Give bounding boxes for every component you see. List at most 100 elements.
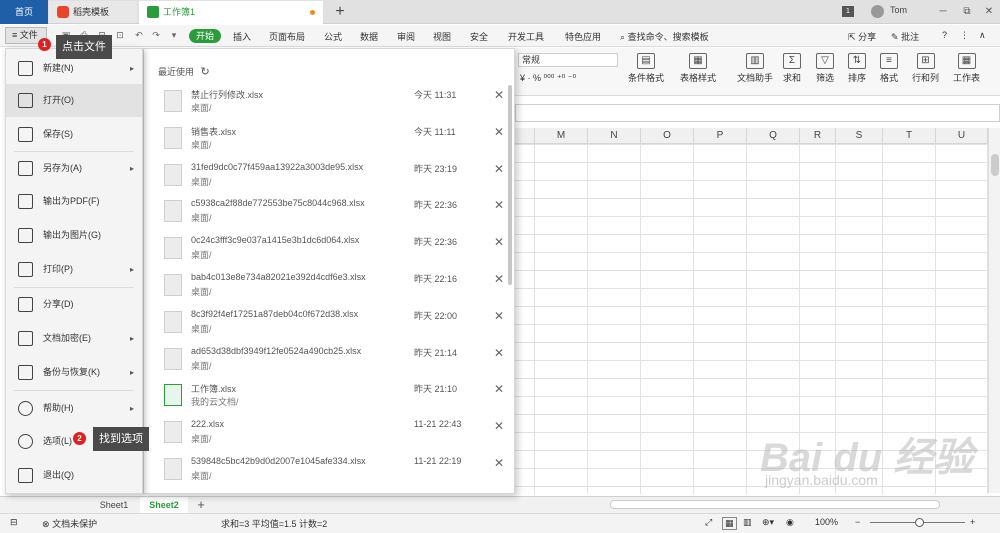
file-menu-item[interactable]: 输出为图片(G) <box>6 219 142 252</box>
horizontal-scrollbar[interactable] <box>610 500 940 509</box>
file-menu-item[interactable]: 备份与恢复(K) ▸ <box>6 356 142 389</box>
column-header[interactable]: M <box>535 128 588 144</box>
recent-scrollbar[interactable] <box>508 85 512 285</box>
zoom-level[interactable]: 100% <box>815 517 838 527</box>
file-menu-item[interactable]: 另存为(A) ▸ <box>6 152 142 185</box>
sort-button[interactable]: ⇅ 排序 <box>848 53 866 84</box>
file-menu-item[interactable]: 打印(P) ▸ <box>6 253 142 286</box>
filter-button[interactable]: ▽ 筛选 <box>816 53 834 84</box>
tab-developer[interactable]: 开发工具 <box>508 30 544 43</box>
minimize-button[interactable]: ─ <box>935 4 951 20</box>
avatar[interactable] <box>871 5 884 18</box>
share-button[interactable]: ⇱ 分享 <box>848 30 876 43</box>
vertical-scrollbar[interactable] <box>988 128 1000 493</box>
formula-bar[interactable] <box>515 104 1000 122</box>
column-header[interactable]: S <box>836 128 883 144</box>
customize-quick-icon[interactable]: ▾ <box>168 29 180 41</box>
redo-icon[interactable]: ↷ <box>150 29 162 41</box>
window-count-badge[interactable]: 1 <box>842 6 854 17</box>
tab-page-layout[interactable]: 页面布局 <box>269 30 305 43</box>
recent-file-item[interactable]: bab4c013e8e734a82021e392d4cdf6e3.xlsx 桌面/… <box>159 266 509 303</box>
worksheet-button[interactable]: ▦ 工作表 <box>953 53 980 84</box>
conditional-format-button[interactable]: ▤ 条件格式 <box>628 53 664 84</box>
tab-templates[interactable]: 稻壳模板 <box>49 1 137 23</box>
tab-workbook[interactable]: 工作簿1 <box>139 1 323 24</box>
page-break-view-icon[interactable]: ▥ <box>743 517 752 528</box>
undo-icon[interactable]: ↶ <box>133 29 145 41</box>
command-search[interactable]: ⌕ 查找命令、搜索模板 <box>620 30 709 43</box>
column-header[interactable]: T <box>883 128 936 144</box>
tab-review[interactable]: 审阅 <box>397 30 415 43</box>
export-quick-icon[interactable]: ⊡ <box>114 29 126 41</box>
sum-button[interactable]: Σ 求和 <box>783 53 801 84</box>
recent-file-item[interactable]: 8c3f92f4ef17251a87deb04c0f672d38.xlsx 桌面/… <box>159 303 509 340</box>
remove-recent-icon[interactable]: ✕ <box>494 456 504 470</box>
file-menu-item[interactable]: 分享(D) <box>6 288 142 321</box>
zoom-out-button[interactable]: − <box>855 517 860 527</box>
remove-recent-icon[interactable]: ✕ <box>494 125 504 139</box>
remove-recent-icon[interactable]: ✕ <box>494 235 504 249</box>
annotate-button[interactable]: ✎ 批注 <box>891 30 919 43</box>
recent-file-item[interactable]: 31fed9dc0c77f459aa13922a3003de95.xlsx 桌面/… <box>159 156 509 193</box>
column-header[interactable]: U <box>936 128 988 144</box>
column-header[interactable]: Q <box>747 128 800 144</box>
recent-file-item[interactable]: 0c24c3fff3c9e037a1415e3b1dc6d064.xlsx 桌面/… <box>159 229 509 266</box>
column-header[interactable]: N <box>588 128 641 144</box>
remove-recent-icon[interactable]: ✕ <box>494 88 504 102</box>
tab-formula[interactable]: 公式 <box>324 30 342 43</box>
remove-recent-icon[interactable]: ✕ <box>494 198 504 212</box>
tab-home[interactable]: 首页 <box>0 0 48 24</box>
file-menu-item[interactable]: 保存(S) <box>6 118 142 151</box>
recent-file-item[interactable]: ad653d38dbf3949f12fe0524a490cb25.xlsx 桌面/… <box>159 340 509 377</box>
file-menu-item[interactable]: 帮助(H) ▸ <box>6 392 142 425</box>
recent-file-item[interactable]: 销售表.xlsx 桌面/今天 11:11 ✕ <box>159 119 509 156</box>
recent-file-item[interactable]: c5938ca2f88de772553be75c8044c968.xlsx 桌面/… <box>159 192 509 229</box>
tab-security[interactable]: 安全 <box>470 30 488 43</box>
refresh-icon[interactable]: ↻ <box>201 66 210 78</box>
column-header-partial[interactable] <box>515 128 535 144</box>
tab-special[interactable]: 特色应用 <box>565 30 601 43</box>
column-header[interactable]: O <box>641 128 694 144</box>
restore-button[interactable]: ⧉ <box>959 4 975 20</box>
normal-view-icon[interactable]: ▦ <box>722 517 737 530</box>
column-header[interactable]: R <box>800 128 836 144</box>
tab-start[interactable]: 开始 <box>189 29 221 43</box>
format-button[interactable]: ≡ 格式 <box>880 53 898 84</box>
file-menu-item[interactable]: 退出(Q) <box>6 459 142 492</box>
remove-recent-icon[interactable]: ✕ <box>494 272 504 286</box>
remove-recent-icon[interactable]: ✕ <box>494 382 504 396</box>
scrollbar-thumb[interactable] <box>991 154 999 176</box>
number-format-buttons[interactable]: ¥ · % ⁰⁰⁰ ⁺⁰ ⁻⁰ <box>520 73 576 84</box>
zoom-slider-handle[interactable] <box>915 518 924 527</box>
file-menu-item[interactable]: 打开(O) <box>6 84 142 117</box>
recent-file-item[interactable]: 禁止行列修改.xlsx 桌面/今天 11:31 ✕ <box>159 82 509 119</box>
tab-insert[interactable]: 插入 <box>233 30 251 43</box>
help-button[interactable]: ? <box>942 30 947 40</box>
recent-file-item[interactable]: 222.xlsx 桌面/11-21 22:43 ✕ <box>159 413 509 450</box>
page-layout-view-icon[interactable]: ⊕▾ <box>762 517 774 528</box>
collapse-ribbon-icon[interactable]: ∧ <box>979 30 986 41</box>
eye-protect-icon[interactable]: ◉ <box>786 517 794 528</box>
user-name[interactable]: Tom <box>890 5 907 15</box>
remove-recent-icon[interactable]: ✕ <box>494 162 504 176</box>
rows-cols-button[interactable]: ⊞ 行和列 <box>912 53 939 84</box>
file-menu-item[interactable]: 输出为PDF(F) <box>6 185 142 218</box>
number-format-select[interactable]: 常规 <box>518 53 618 67</box>
remove-recent-icon[interactable]: ✕ <box>494 419 504 433</box>
tab-view[interactable]: 视图 <box>433 30 451 43</box>
macro-icon[interactable]: ⊟ <box>10 517 18 528</box>
more-button[interactable]: ⋮ <box>960 30 969 41</box>
table-style-button[interactable]: ▦ 表格样式 <box>680 53 716 84</box>
protect-status[interactable]: ⊗ 文档未保护 <box>42 517 97 530</box>
recent-file-item[interactable]: 539848c5bc42b9d0d2007e1045afe334.xlsx 桌面/… <box>159 450 509 487</box>
doc-assistant-button[interactable]: ▥ 文档助手 <box>737 53 773 84</box>
recent-file-item[interactable]: 工作簿.xlsx 我的云文档/昨天 21:10 ✕ <box>159 376 509 413</box>
remove-recent-icon[interactable]: ✕ <box>494 309 504 323</box>
sheet-tab-sheet2[interactable]: Sheet2 <box>140 497 188 513</box>
new-tab-button[interactable]: + <box>330 2 350 22</box>
add-sheet-button[interactable]: + <box>192 497 210 513</box>
remove-recent-icon[interactable]: ✕ <box>494 346 504 360</box>
column-header[interactable]: P <box>694 128 747 144</box>
zoom-in-button[interactable]: + <box>970 517 975 527</box>
file-menu-item[interactable]: 文档加密(E) ▸ <box>6 322 142 355</box>
